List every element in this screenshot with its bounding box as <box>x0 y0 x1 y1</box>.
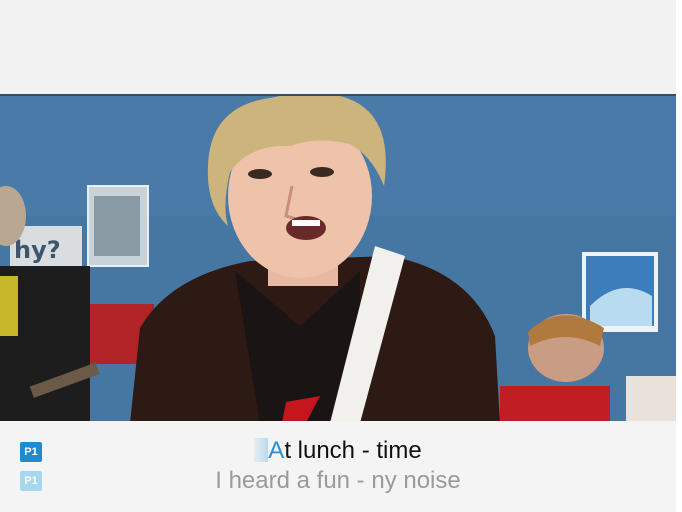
video-frame-art: hy? <box>0 96 676 421</box>
game-screen: hy? P1 P1 At lunch - time I heard a fun … <box>0 0 682 512</box>
svg-text:hy?: hy? <box>14 236 61 264</box>
lyric-unsung-part: t lunch - time <box>284 437 422 464</box>
music-video: hy? <box>0 94 676 421</box>
top-bar <box>0 0 676 94</box>
current-lyric-line: At lunch - time <box>0 437 676 465</box>
next-lyric-line: I heard a fun - ny noise <box>215 467 461 494</box>
lyric-sung-part: A <box>268 437 285 464</box>
lyrics-panel: P1 P1 At lunch - time I heard a fun - ny… <box>0 421 676 512</box>
right-border <box>676 0 682 512</box>
lyric-progress-cursor <box>254 438 269 462</box>
